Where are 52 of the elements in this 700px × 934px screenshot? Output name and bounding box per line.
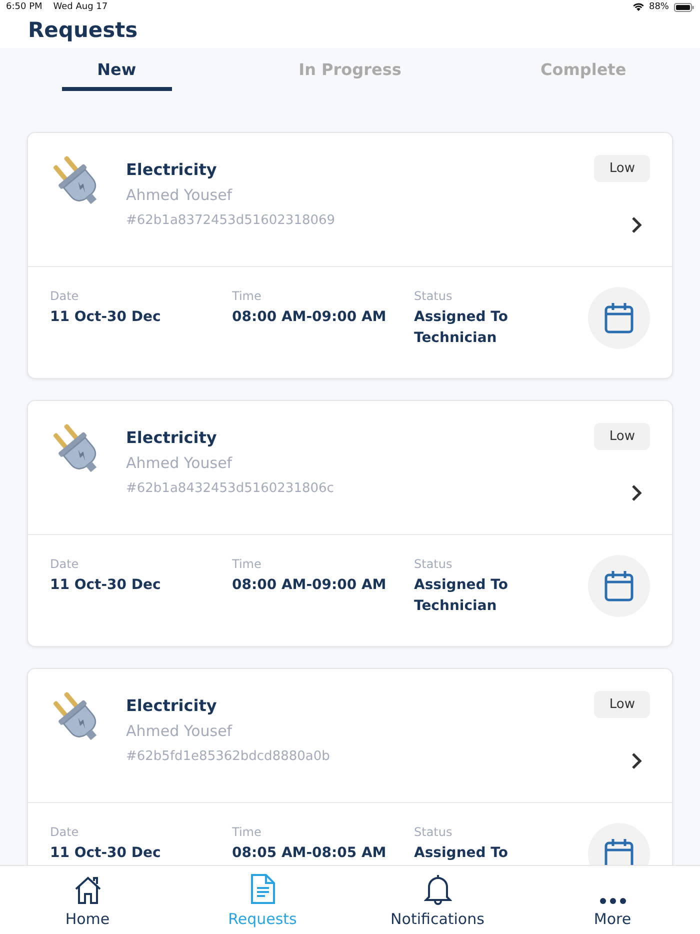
request-category: Electricity — [126, 428, 218, 447]
date-value: 11 Oct-30 Dec — [50, 844, 162, 863]
document-icon — [250, 873, 276, 905]
priority-tag: Low — [594, 691, 650, 718]
wifi-icon — [632, 3, 644, 11]
priority-tag: Low — [594, 423, 650, 450]
bell-icon — [424, 873, 452, 905]
more-icon — [598, 897, 626, 905]
status-value: Assigned To — [414, 844, 509, 863]
battery-percent: 88% — [648, 2, 669, 12]
request-id: #62b1a8432453d5160231806c — [126, 481, 335, 496]
request-card[interactable]: Electricity Ahmed Yousef #62b1a8372453d51602318069 Low Date 11 Oct-30 Dec Time 08:00 AM-09:00 AM Status Assigned To Technician — [27, 132, 673, 379]
requester-name: Ahmed Yousef — [126, 186, 234, 204]
request-id: #62b5fd1e85362bdcd8880a0b — [126, 749, 331, 764]
status-time: 6:50 PM — [6, 2, 42, 12]
time-value: 08:05 AM-08:05 AM — [232, 844, 388, 863]
date-label: Date — [50, 825, 80, 839]
priority-tag: Low — [594, 155, 650, 182]
requester-name: Ahmed Yousef — [126, 722, 234, 740]
status-label: Status — [414, 825, 454, 839]
status-label: Status — [414, 289, 454, 303]
time-label: Time — [232, 289, 262, 303]
chevron-right-icon[interactable] — [631, 216, 643, 234]
chevron-right-icon[interactable] — [631, 752, 643, 770]
battery-icon — [674, 2, 694, 12]
calendar-icon — [604, 838, 634, 865]
date-label: Date — [50, 557, 80, 571]
nav-item[interactable]: Home — [0, 866, 175, 934]
request-category: Electricity — [126, 160, 218, 179]
nav-item[interactable]: More — [525, 866, 700, 934]
request-category: Electricity — [126, 696, 218, 715]
home-icon — [72, 875, 102, 905]
time-label: Time — [232, 557, 262, 571]
request-card[interactable]: Electricity Ahmed Yousef #62b5fd1e85362bdcd8880a0b Low Date 11 Oct-30 Dec Time 08:05 AM-08:05 AM Status Assigned To — [27, 668, 673, 865]
time-label: Time — [232, 825, 262, 839]
request-card[interactable]: Electricity Ahmed Yousef #62b1a8432453d5160231806c Low Date 11 Oct-30 Dec Time 08:00 AM-09:00 AM Status Assigned To Technician — [27, 400, 673, 647]
time-value: 08:00 AM-09:00 AM — [232, 576, 388, 595]
page-title: Requests — [0, 14, 700, 48]
time-value: 08:00 AM-09:00 AM — [232, 308, 388, 327]
status-value: Assigned To Technician — [414, 576, 509, 616]
status-value: Assigned To Technician — [414, 308, 509, 348]
calendar-icon — [604, 302, 634, 334]
status-date: Wed Aug 17 — [53, 2, 108, 12]
status-label: Status — [414, 557, 454, 571]
requester-name: Ahmed Yousef — [126, 454, 234, 472]
date-value: 11 Oct-30 Dec — [50, 308, 162, 327]
date-value: 11 Oct-30 Dec — [50, 576, 162, 595]
chevron-right-icon[interactable] — [631, 484, 643, 502]
date-label: Date — [50, 289, 80, 303]
calendar-icon — [604, 570, 634, 602]
nav-item[interactable]: Notifications — [350, 866, 525, 934]
request-id: #62b1a8372453d51602318069 — [126, 213, 336, 228]
